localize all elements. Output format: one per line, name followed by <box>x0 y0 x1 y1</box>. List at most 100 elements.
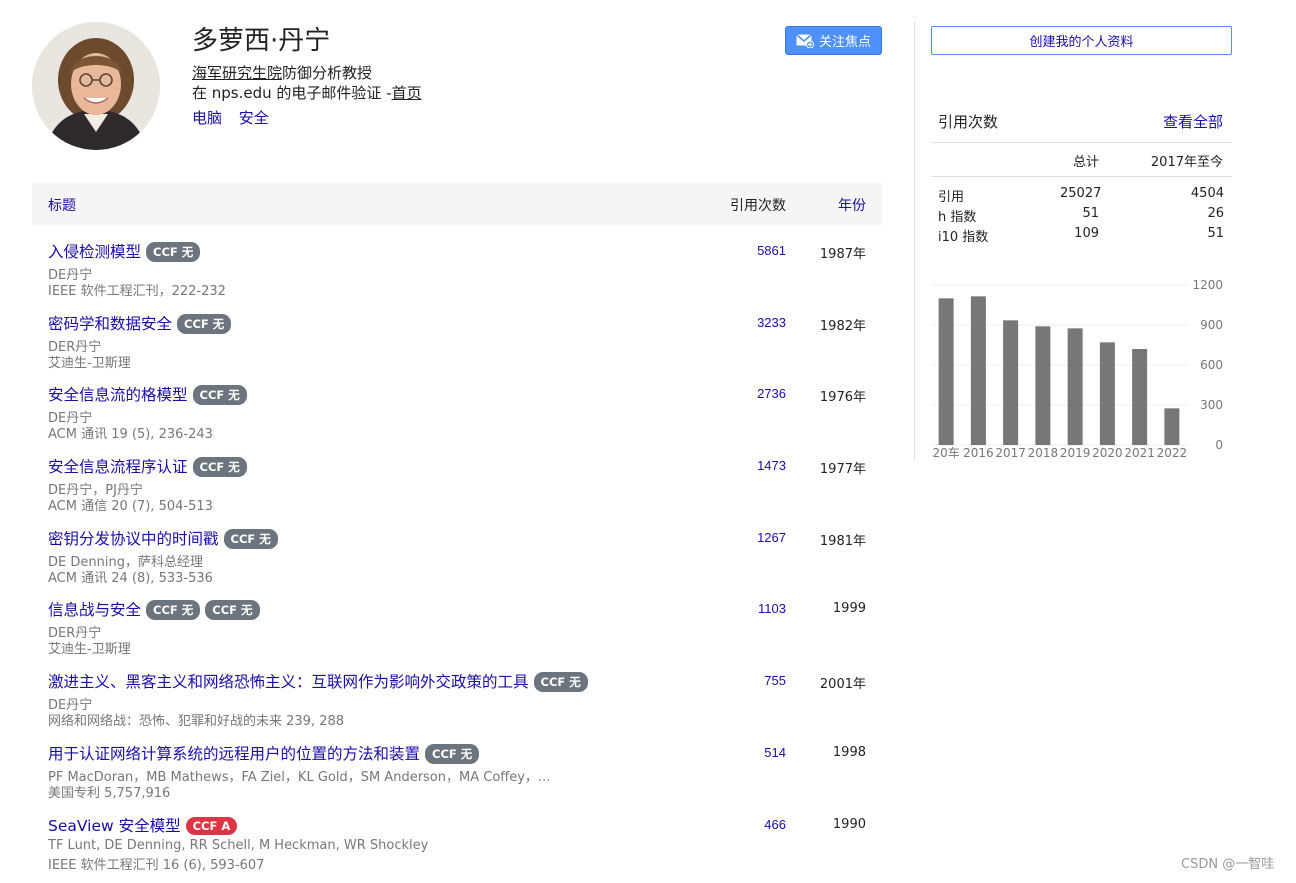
ccf-badge: CCF 无 <box>177 314 231 334</box>
article-title-link[interactable]: 密钥分发协议中的时间戳 <box>48 530 219 548</box>
y-tick-label: 900 <box>1200 318 1223 332</box>
stat-since: 51 <box>1207 226 1224 241</box>
citation-bar[interactable] <box>1035 326 1050 445</box>
article-year: 1998 <box>833 745 866 760</box>
create-profile-button[interactable]: 创建我的个人资料 <box>931 26 1232 55</box>
ccf-badge: CCF 无 <box>425 744 479 764</box>
article-title-link[interactable]: 用于认证网络计算系统的远程用户的位置的方法和装置 <box>48 745 420 763</box>
article-venue: ACM 通讯 24 (8), 533-536 <box>48 567 213 586</box>
article-row: 信息战与安全CCF 无CCF 无DER丹宁艾迪生-卫斯理11031999 <box>32 596 882 668</box>
articles-list: 入侵检测模型CCF 无DE丹宁IEEE 软件工程汇刊，222-232586119… <box>32 238 882 883</box>
article-row: 入侵检测模型CCF 无DE丹宁IEEE 软件工程汇刊，222-232586119… <box>32 238 882 310</box>
citation-bar[interactable] <box>1003 320 1018 445</box>
research-interests: 电脑 安全 <box>192 107 281 128</box>
citation-bar[interactable] <box>1132 349 1147 445</box>
panel-divider <box>914 22 915 460</box>
article-row: SeaView 安全模型CCF ATF Lunt, DE Denning, RR… <box>32 812 882 883</box>
follow-label: 关注焦点 <box>819 31 871 50</box>
ccf-badge: CCF 无 <box>534 672 588 692</box>
email-verification-text: 在 nps.edu 的电子邮件验证 - <box>192 84 392 102</box>
sort-by-year[interactable]: 年份 <box>838 195 866 215</box>
article-title-link[interactable]: 密码学和数据安全 <box>48 315 172 333</box>
ccf-badge: CCF 无 <box>146 600 200 620</box>
view-all-link[interactable]: 查看全部 <box>1163 111 1223 132</box>
article-title-link[interactable]: 激进主义、黑客主义和网络恐怖主义：互联网作为影响外交政策的工具 <box>48 673 529 691</box>
article-year: 2001年 <box>820 673 866 692</box>
citation-bar[interactable] <box>1164 408 1179 445</box>
article-year: 1987年 <box>820 243 866 262</box>
article-venue: ACM 通信 20 (7), 504-513 <box>48 495 213 514</box>
x-tick-label: 2021 <box>1124 446 1155 460</box>
stat-row-citations: 引用 25027 4504 <box>938 186 1224 206</box>
article-cited-by-link[interactable]: 514 <box>764 745 786 760</box>
stat-since: 26 <box>1207 206 1224 221</box>
stat-row-h-index: h 指数 51 26 <box>938 206 1224 226</box>
article-year: 1982年 <box>820 315 866 334</box>
email-verification: 在 nps.edu 的电子邮件验证 -首页 <box>192 82 422 103</box>
article-title-line: 安全信息流的格模型 CCF 无 <box>48 383 247 405</box>
article-title-line: 密钥分发协议中的时间戳 CCF 无 <box>48 527 278 549</box>
citation-bar[interactable] <box>939 298 954 445</box>
ccf-badge: CCF 无 <box>193 385 247 405</box>
stat-total: 51 <box>1060 206 1099 221</box>
article-cited-by-link[interactable]: 1267 <box>757 530 786 545</box>
article-title-link[interactable]: 安全信息流程序认证 <box>48 458 188 476</box>
ccf-badge: CCF 无 <box>193 457 247 477</box>
article-cited-by-link[interactable]: 5861 <box>757 243 786 258</box>
affiliation-link[interactable]: 海军研究生院 <box>192 64 282 82</box>
article-year: 1999 <box>833 601 866 616</box>
article-year: 1976年 <box>820 386 866 405</box>
citation-bar[interactable] <box>1100 342 1115 445</box>
article-title-line: 激进主义、黑客主义和网络恐怖主义：互联网作为影响外交政策的工具 CCF 无 <box>48 670 588 692</box>
articles-table-header: 标题 引用次数 年份 <box>32 183 882 225</box>
article-title-link[interactable]: 信息战与安全 <box>48 601 141 619</box>
article-venue: 网络和网络战：恐怖、犯罪和好战的未来 239, 288 <box>48 710 344 729</box>
article-cited-by-link[interactable]: 2736 <box>757 386 786 401</box>
article-cited-by-link[interactable]: 3233 <box>757 315 786 330</box>
y-tick-label: 1200 <box>1192 278 1223 292</box>
article-title-link[interactable]: 安全信息流的格模型 <box>48 386 188 404</box>
stat-label: 引用 <box>938 186 964 205</box>
y-tick-label: 600 <box>1200 358 1223 372</box>
article-row: 激进主义、黑客主义和网络恐怖主义：互联网作为影响外交政策的工具CCF 无DE丹宁… <box>32 668 882 740</box>
article-year: 1977年 <box>820 458 866 477</box>
watermark: CSDN @一智哇 <box>1181 853 1274 872</box>
interest-link[interactable]: 电脑 <box>192 109 222 127</box>
y-tick-label: 0 <box>1215 438 1223 452</box>
article-cited-by-link[interactable]: 1103 <box>758 601 786 616</box>
x-tick-label: 20车 <box>932 445 959 460</box>
ccf-badge: CCF 无 <box>224 529 278 549</box>
x-tick-label: 2020 <box>1092 446 1123 460</box>
article-cited-by-link[interactable]: 1473 <box>757 458 786 473</box>
article-title-link[interactable]: SeaView 安全模型 <box>48 817 181 835</box>
follow-button[interactable]: 关注焦点 <box>785 26 882 55</box>
x-tick-label: 2019 <box>1060 446 1091 460</box>
homepage-link[interactable]: 首页 <box>392 84 422 102</box>
profile-affiliation: 海军研究生院防御分析教授 <box>192 62 372 83</box>
citation-bar[interactable] <box>971 296 986 445</box>
article-title-line: 信息战与安全 CCF 无CCF 无 <box>48 598 260 620</box>
article-venue: ACM 通讯 19 (5), 236-243 <box>48 423 213 442</box>
ccf-badge: CCF 无 <box>205 600 259 620</box>
article-row: 密钥分发协议中的时间戳CCF 无DE Denning，萨科总经理ACM 通讯 2… <box>32 525 882 597</box>
article-cited-by-link[interactable]: 466 <box>764 817 786 832</box>
stat-since: 4504 <box>1191 186 1224 201</box>
profile-name: 多萝西·丹宁 <box>192 20 330 57</box>
sort-by-title[interactable]: 标题 <box>48 195 76 215</box>
divider <box>931 176 1232 177</box>
x-tick-label: 2022 <box>1157 446 1188 460</box>
citation-bar[interactable] <box>1068 328 1083 445</box>
article-title-line: 入侵检测模型 CCF 无 <box>48 240 200 262</box>
article-venue: 美国专利 5,757,916 <box>48 782 170 801</box>
article-title-line: 密码学和数据安全 CCF 无 <box>48 312 231 334</box>
profile-avatar <box>32 22 160 150</box>
article-cited-by-link[interactable]: 755 <box>764 673 786 688</box>
interest-link[interactable]: 安全 <box>239 109 269 127</box>
article-title-link[interactable]: 入侵检测模型 <box>48 243 141 261</box>
ccf-badge: CCF 无 <box>146 242 200 262</box>
stat-total: 25027 <box>1060 186 1099 201</box>
stats-col-since: 2017年至今 <box>1130 151 1223 170</box>
sort-by-citations[interactable]: 引用次数 <box>730 195 786 215</box>
article-row: 用于认证网络计算系统的远程用户的位置的方法和装置CCF 无PF MacDoran… <box>32 740 882 812</box>
x-tick-label: 2017 <box>995 446 1026 460</box>
